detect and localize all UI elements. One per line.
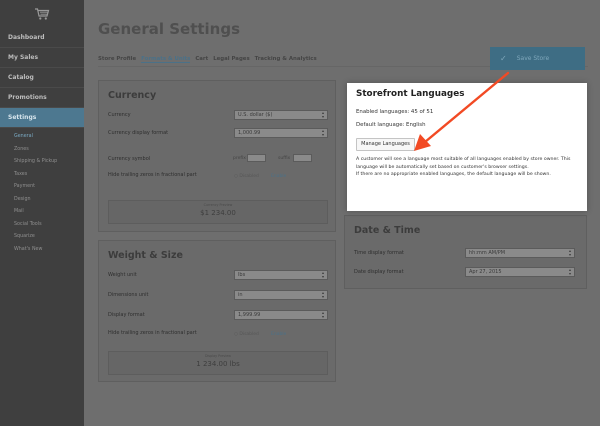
annotation-arrow-icon (414, 71, 510, 151)
